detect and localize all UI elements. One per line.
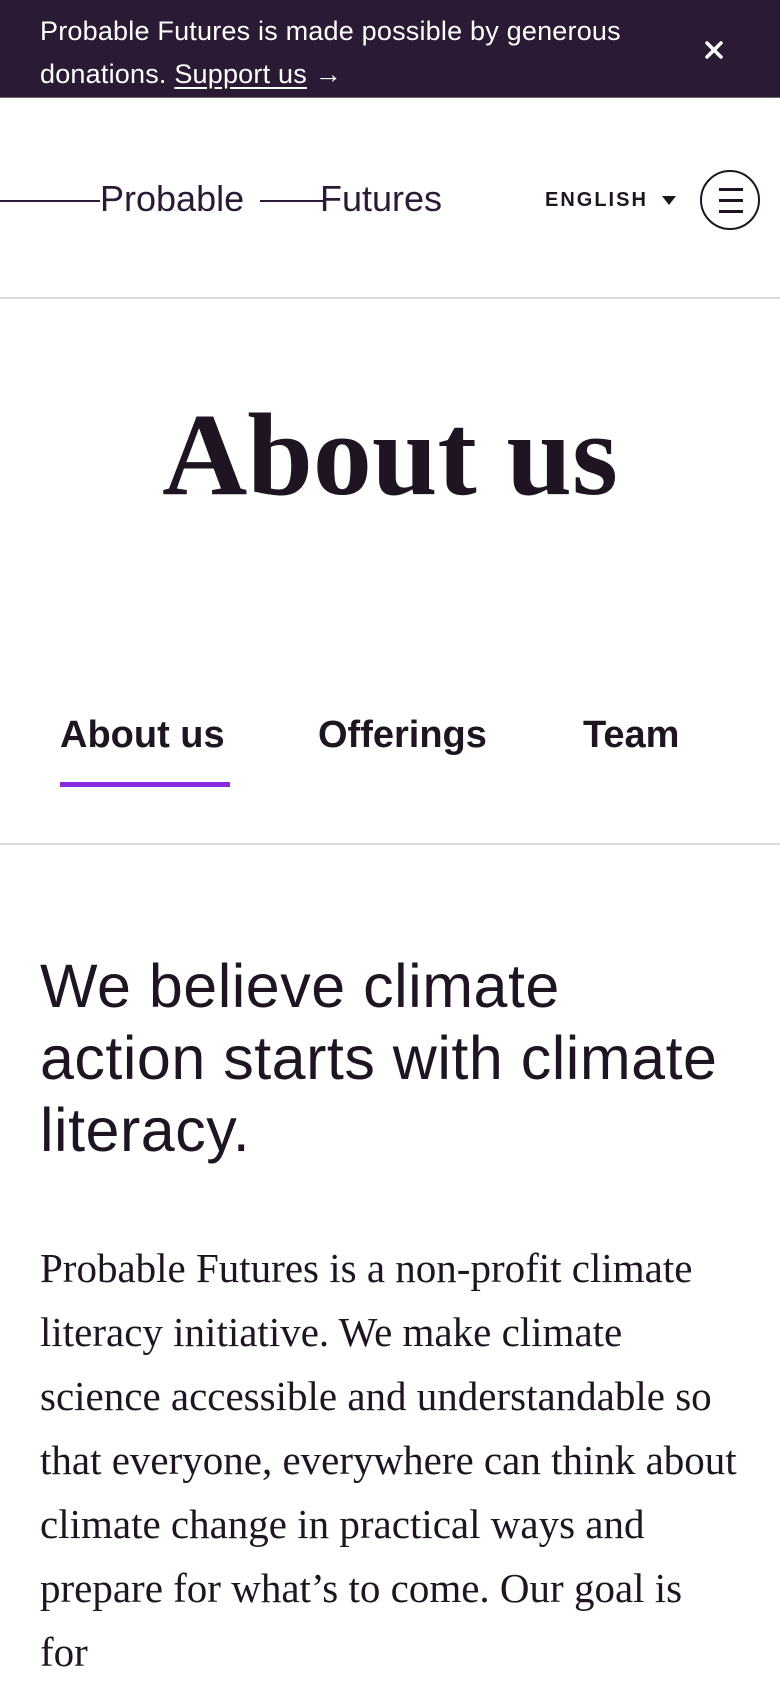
language-label: ENGLISH: [545, 188, 648, 211]
logo-word-probable: Probable: [100, 178, 245, 219]
menu-bar-bottom: [719, 210, 743, 213]
donation-banner: Probable Futures is made possible by gen…: [0, 0, 780, 98]
menu-bar-top: [719, 188, 743, 191]
hamburger-menu-icon[interactable]: [700, 170, 760, 230]
section-tabs: About us Offerings Team: [0, 700, 780, 845]
support-us-link[interactable]: Support us: [174, 59, 307, 89]
caret-down-icon: [661, 195, 676, 205]
tab-team[interactable]: Team: [583, 712, 679, 758]
arrow-right-icon[interactable]: →: [315, 59, 342, 89]
page-title: About us: [162, 389, 618, 520]
tab-about-us[interactable]: About us: [60, 712, 225, 758]
section-headline: We believe climate action starts with cl…: [40, 952, 718, 1164]
logo-line-middle: [260, 200, 325, 202]
active-tab-indicator: [60, 782, 230, 787]
tab-offerings[interactable]: Offerings: [318, 712, 487, 758]
language-selector[interactable]: ENGLISH: [545, 186, 676, 214]
logo-word-futures: Futures: [320, 178, 443, 219]
menu-bar-middle: [719, 199, 743, 202]
logo-line-left: [0, 200, 100, 202]
close-icon[interactable]: [700, 36, 728, 64]
banner-message: Probable Futures is made possible by gen…: [40, 10, 690, 96]
site-header: Probable Futures ENGLISH: [0, 98, 780, 299]
intro-paragraph: Probable Futures is a non-profit climate…: [40, 1245, 737, 1675]
